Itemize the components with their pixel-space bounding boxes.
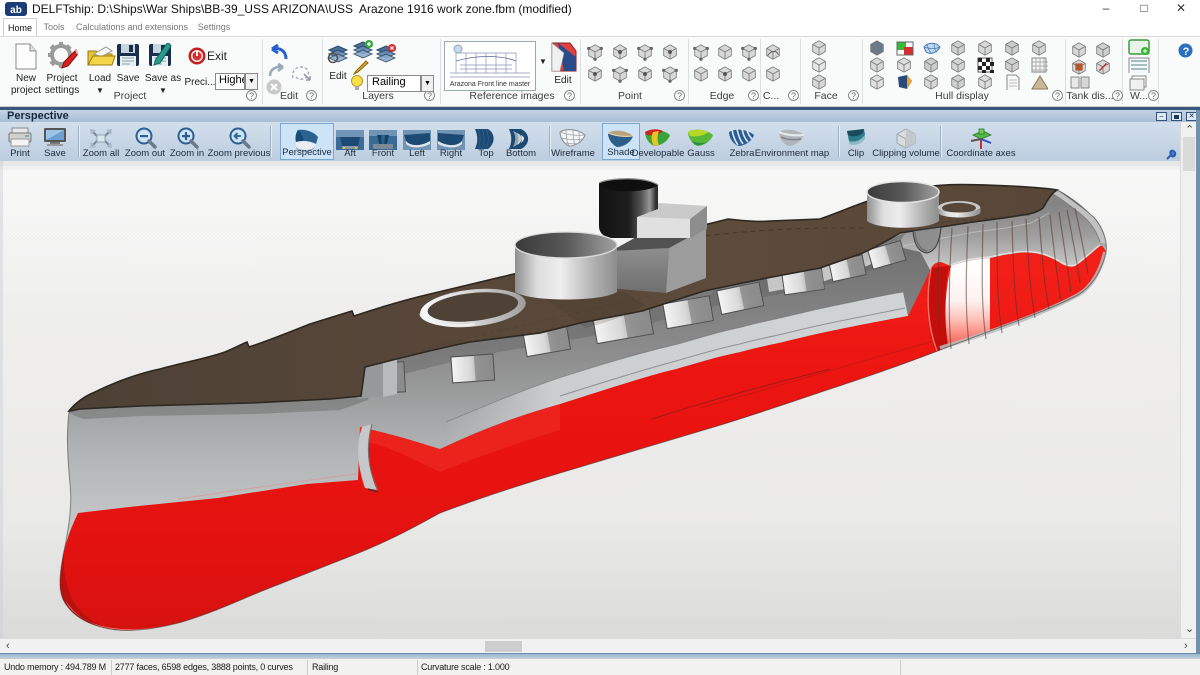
svg-text:ab: ab [10,5,22,16]
svg-text:?: ? [1183,46,1190,58]
